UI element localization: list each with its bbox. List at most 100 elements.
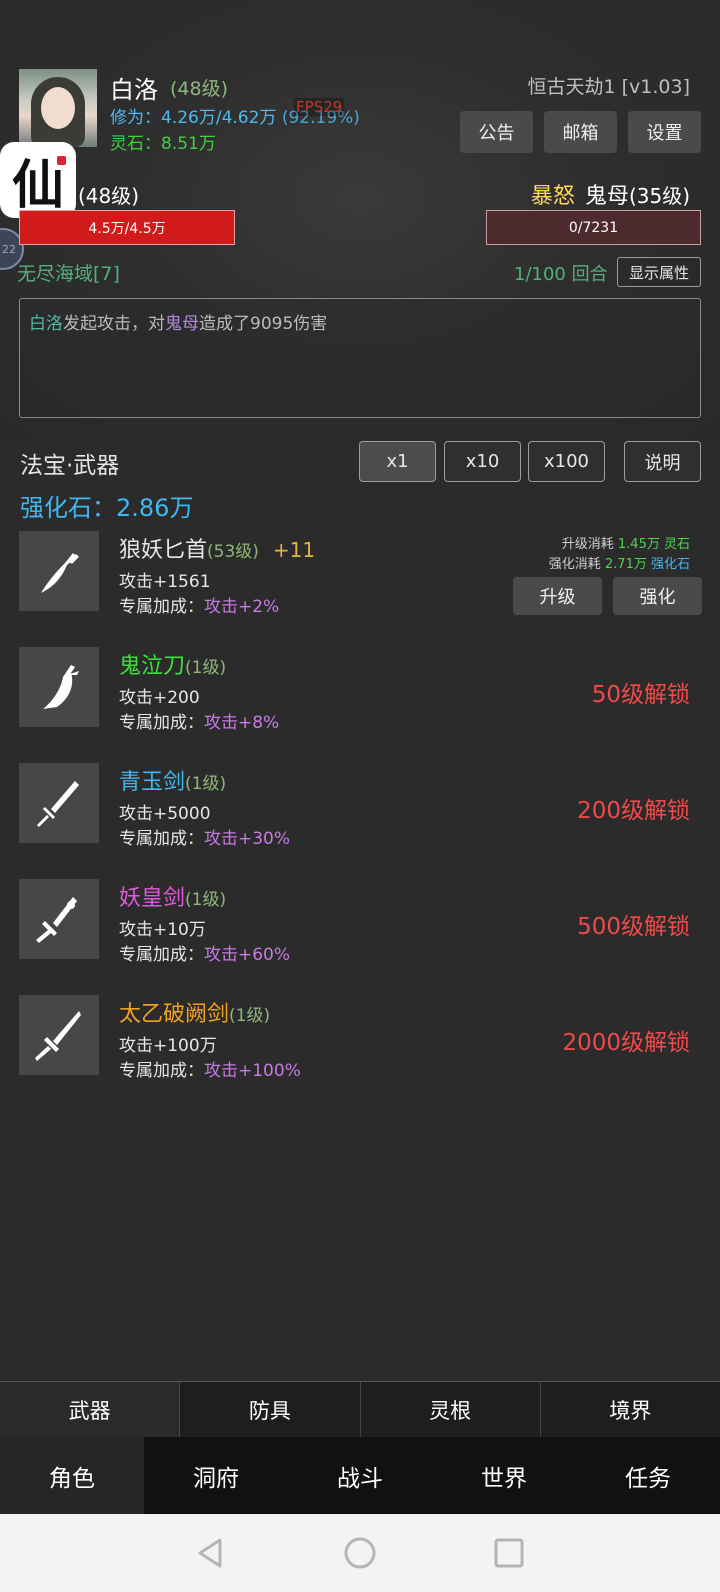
enhance-cost-value: 2.71万 (604, 557, 647, 572)
strengthen-stone-value: 2.86万 (116, 494, 194, 522)
unlock-requirement: 200级解锁 (577, 798, 690, 824)
tab-battle[interactable]: 战斗 (288, 1437, 432, 1514)
subtab-armor[interactable]: 防具 (180, 1382, 361, 1437)
weapon-bonus: 专属加成：攻击+2% (119, 592, 279, 617)
section-title: 法宝·武器 (20, 453, 120, 479)
fps-counter: FPS29 (294, 98, 345, 116)
recents-icon[interactable] (492, 1536, 526, 1570)
bonus-value: 攻击+100% (204, 1061, 301, 1081)
weapon-level: (53级) (207, 542, 259, 562)
game-version: 恒古天劫1 [v1.03] (527, 76, 690, 98)
home-icon[interactable] (343, 1536, 377, 1570)
saber-icon[interactable] (19, 647, 99, 727)
bonus-label: 专属加成： (119, 1061, 204, 1081)
weapon-level: (1级) (185, 890, 227, 910)
cultivation-label: 修为： (110, 108, 161, 128)
strengthen-stone-label: 强化石： (20, 494, 116, 522)
weapon-attack: 攻击+200 (119, 688, 200, 708)
weapon-name: 青玉剑(1级) (119, 764, 226, 796)
unlock-requirement: 500级解锁 (577, 914, 690, 940)
settings-button[interactable]: 设置 (628, 111, 701, 153)
floating-app-logo[interactable]: 仙 (0, 142, 76, 218)
sword-icon[interactable] (19, 763, 99, 843)
weapon-bonus: 专属加成：攻击+30% (119, 824, 290, 849)
weapon-attack: 攻击+1561 (119, 572, 211, 592)
enhance-cost-label: 强化消耗 (548, 557, 601, 572)
weapon-bonus: 专属加成：攻击+8% (119, 708, 279, 733)
player-name: 白洛 (110, 76, 158, 104)
announce-button[interactable]: 公告 (460, 111, 533, 153)
unlock-requirement: 2000级解锁 (562, 1030, 690, 1056)
weapon-name: 鬼泣刀(1级) (119, 648, 226, 680)
player-level: (48级) (170, 78, 229, 100)
weapon-name-text: 青玉剑 (119, 770, 186, 795)
cultivation-value: 4.26万/4.62万 (161, 108, 277, 128)
upgrade-cost-label: 升级消耗 (561, 537, 614, 552)
show-attributes-button[interactable]: 显示属性 (617, 257, 701, 287)
tab-cave[interactable]: 洞府 (144, 1437, 288, 1514)
enemy-level: (35级) (628, 184, 690, 208)
bonus-label: 专属加成： (119, 829, 204, 849)
weapon-level: (1级) (185, 774, 227, 794)
tab-character[interactable]: 角色 (0, 1437, 144, 1514)
tab-world[interactable]: 世界 (432, 1437, 576, 1514)
weapon-bonus: 专属加成：攻击+60% (119, 940, 290, 965)
log-actor: 白洛 (29, 314, 63, 334)
ornate-sword-icon[interactable] (19, 879, 99, 959)
enemy-title: 暴怒 鬼母(35级) (531, 178, 690, 210)
long-sword-icon[interactable] (19, 995, 99, 1075)
round-counter: 1/100 回合 (514, 264, 608, 285)
weapon-attack: 攻击+100万 (119, 1036, 217, 1056)
back-icon[interactable] (194, 1536, 228, 1570)
weapon-name: 狼妖匕首(53级) +11 (119, 532, 315, 564)
bonus-value: 攻击+30% (204, 829, 291, 849)
equipment-subtabs: 武器 防具 灵根 境界 (0, 1381, 720, 1437)
dagger-icon[interactable] (19, 531, 99, 611)
weapon-attack: 攻击+5000 (119, 804, 211, 824)
subtab-realm[interactable]: 境界 (540, 1382, 720, 1437)
weapon-bonus: 专属加成：攻击+100% (119, 1056, 301, 1081)
bonus-label: 专属加成： (119, 945, 204, 965)
zone-name: 无尽海域[7] (17, 263, 120, 285)
weapon-enhance-level: +11 (272, 538, 316, 562)
weapon-name: 太乙破阙剑(1级) (119, 996, 270, 1028)
enhance-cost: 强化消耗 2.71万 强化石 (549, 553, 690, 572)
weapon-level: (1级) (185, 658, 227, 678)
enhance-button[interactable]: 强化 (613, 577, 702, 615)
enhance-cost-unit: 强化石 (650, 557, 690, 572)
app-logo-badge (57, 156, 66, 165)
main-tabs: 角色 洞府 战斗 世界 任务 (0, 1437, 720, 1514)
upgrade-cost-unit: 灵石 (663, 537, 690, 552)
enemy-status: 暴怒 (530, 184, 575, 209)
weapon-name-text: 妖皇剑 (119, 886, 186, 911)
log-target: 鬼母 (165, 314, 199, 334)
player-avatar[interactable] (19, 69, 97, 147)
multiplier-x100-button[interactable]: x100 (528, 441, 605, 482)
weapon-name-text: 鬼泣刀 (119, 654, 186, 679)
log-text-2: 造成了9095伤害 (199, 314, 328, 334)
upgrade-cost-value: 1.45万 (617, 537, 660, 552)
stone-label: 灵石： (110, 134, 161, 154)
upgrade-button[interactable]: 升级 (513, 577, 602, 615)
mail-button[interactable]: 邮箱 (544, 111, 617, 153)
unlock-requirement: 50级解锁 (591, 682, 690, 708)
bonus-label: 专属加成： (119, 597, 204, 617)
enemy-name: 鬼母 (584, 184, 629, 209)
multiplier-x10-button[interactable]: x10 (444, 441, 521, 482)
explain-button[interactable]: 说明 (624, 441, 701, 482)
spirit-stone-stat: 灵石：8.51万 (110, 129, 216, 154)
tab-quests[interactable]: 任务 (576, 1437, 720, 1514)
strengthen-stone-stat: 强化石：2.86万 (20, 488, 193, 523)
weapon-name: 妖皇剑(1级) (119, 880, 226, 912)
stone-value: 8.51万 (161, 134, 216, 154)
multiplier-x1-button[interactable]: x1 (359, 441, 436, 482)
enemy-hp-bar: 0/7231 (486, 210, 701, 245)
battle-log[interactable]: 白洛发起攻击，对鬼母造成了9095伤害 (19, 298, 701, 418)
bonus-value: 攻击+8% (204, 713, 280, 733)
upgrade-cost: 升级消耗 1.45万 灵石 (562, 533, 690, 552)
hero-level: (48级) (78, 184, 140, 208)
avatar-face (41, 87, 75, 129)
subtab-spirit-root[interactable]: 灵根 (360, 1382, 541, 1437)
weapon-name-text: 太乙破阙剑 (119, 1002, 230, 1027)
subtab-weapons[interactable]: 武器 (0, 1382, 181, 1437)
